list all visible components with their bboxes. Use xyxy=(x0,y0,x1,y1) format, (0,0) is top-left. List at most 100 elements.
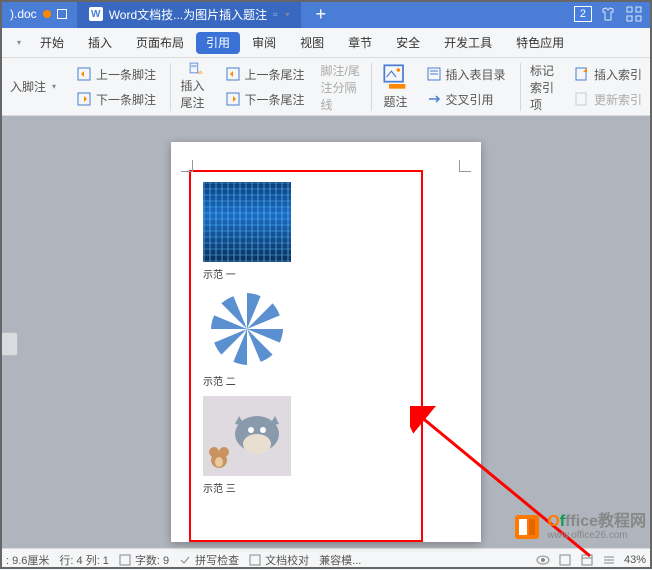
figure-1[interactable]: 示范 一 xyxy=(203,182,409,281)
button-label: 上一条脚注 xyxy=(96,66,156,83)
status-position[interactable]: : 9.6厘米 xyxy=(6,552,49,568)
button-label: 脚注/尾注分隔线 xyxy=(321,62,362,113)
endnote-next-icon xyxy=(225,91,241,107)
cat-icon xyxy=(227,404,287,459)
endnote-prev-icon xyxy=(225,66,241,82)
status-doccheck[interactable]: 文档校对 xyxy=(249,552,309,568)
separator-line-button[interactable]: 脚注/尾注分隔线 xyxy=(315,60,368,113)
wps-word-icon: W xyxy=(89,7,103,21)
button-label: 更新索引 xyxy=(594,91,642,108)
image-2[interactable] xyxy=(203,289,291,369)
status-bar: : 9.6厘米 行: 4 列: 1 字数: 9 拼写检查 文档校对 兼容模...… xyxy=(0,548,652,570)
caption-icon xyxy=(382,63,410,91)
document-page[interactable]: 示范 一 xyxy=(171,142,481,542)
menu-review[interactable]: 审阅 xyxy=(240,28,288,57)
mouse-icon xyxy=(207,440,231,470)
view-outline-icon[interactable] xyxy=(602,553,616,567)
proof-icon xyxy=(249,554,261,566)
margin-corner-icon xyxy=(181,160,193,172)
sunburst-icon xyxy=(203,289,291,369)
menu-view[interactable]: 视图 xyxy=(288,28,336,57)
footnote-prev-icon xyxy=(76,66,92,82)
menu-special[interactable]: 特色应用 xyxy=(504,28,576,57)
update-index-button[interactable]: 更新索引 xyxy=(570,89,646,110)
crossref-button[interactable]: 交叉引用 xyxy=(422,89,510,110)
office-logo-icon xyxy=(511,511,543,543)
tab-dropdown-icon: ▾ xyxy=(285,10,289,19)
endnote-icon: ab xyxy=(181,62,209,75)
mark-index-button[interactable]: 标记索引项 xyxy=(524,60,564,113)
menu-insert[interactable]: 插入 xyxy=(76,28,124,57)
titlebar-actions xyxy=(600,6,652,22)
zoom-level[interactable]: 43% xyxy=(624,554,646,566)
insert-footnote-button[interactable]: 入脚注▾ xyxy=(6,76,60,97)
doc-tab-active[interactable]: W Word文档技...为图片插入题注 ▫ ▾ xyxy=(77,0,302,28)
figure-toc-icon xyxy=(426,66,442,82)
menu-layout[interactable]: 页面布局 xyxy=(124,28,196,57)
margin-corner-icon xyxy=(459,160,471,172)
side-panel-toggle[interactable] xyxy=(0,332,18,356)
file-menu-dropdown[interactable]: ▾ xyxy=(8,33,28,53)
button-label: 插入表目录 xyxy=(446,66,506,83)
tab-status-icon xyxy=(57,9,67,19)
watermark-url: www.office26.com xyxy=(547,530,646,541)
new-tab-button[interactable]: + xyxy=(301,4,340,25)
grid-icon[interactable] xyxy=(626,6,642,22)
button-label: 上一条尾注 xyxy=(245,66,305,83)
watermark-logo: Offfice教程网 www.office26.com xyxy=(511,511,646,543)
figure-3[interactable]: 示范 三 xyxy=(203,396,409,495)
caption-button[interactable]: 题注 xyxy=(376,60,416,113)
doc-tab-inactive[interactable]: ).doc xyxy=(0,0,77,28)
button-label: 下一条脚注 xyxy=(96,91,156,108)
button-label: 入脚注 xyxy=(10,78,46,95)
caption-3: 示范 三 xyxy=(203,480,409,495)
tab-label: Word文档技...为图片插入题注 xyxy=(109,6,267,23)
unsaved-dot-icon xyxy=(43,10,51,18)
button-label: 交叉引用 xyxy=(446,91,494,108)
doc-icon xyxy=(119,554,131,566)
next-footnote-button[interactable]: 下一条脚注 xyxy=(72,89,160,110)
button-label: 标记索引项 xyxy=(530,62,558,113)
status-wordcount[interactable]: 字数: 9 xyxy=(119,552,169,568)
button-label: 下一条尾注 xyxy=(245,91,305,108)
figure-2[interactable]: 示范 二 xyxy=(203,289,409,388)
menu-bar: ▾ 开始 插入 页面布局 引用 审阅 视图 章节 安全 开发工具 特色应用 xyxy=(0,28,652,58)
selection-highlight: 示范 一 xyxy=(189,170,423,542)
view-eye-icon[interactable] xyxy=(536,553,550,567)
menu-reference[interactable]: 引用 xyxy=(196,32,240,54)
menu-security[interactable]: 安全 xyxy=(384,28,432,57)
ribbon: 入脚注▾ 上一条脚注 下一条脚注 ab 插入尾注 上一条尾注 下一条尾注 脚注/… xyxy=(0,58,652,116)
insert-index-button[interactable]: 插入索引 xyxy=(570,64,646,85)
check-icon xyxy=(179,554,191,566)
title-bar: ).doc W Word文档技...为图片插入题注 ▫ ▾ + 2 xyxy=(0,0,652,28)
menu-devtools[interactable]: 开发工具 xyxy=(432,28,504,57)
view-web-icon[interactable] xyxy=(580,553,594,567)
next-endnote-button[interactable]: 下一条尾注 xyxy=(221,89,309,110)
status-rowcol[interactable]: 行: 4 列: 1 xyxy=(59,552,109,568)
status-spellcheck[interactable]: 拼写检查 xyxy=(179,552,239,568)
tab-count-badge[interactable]: 2 xyxy=(574,6,592,22)
image-3[interactable] xyxy=(203,396,291,476)
prev-endnote-button[interactable]: 上一条尾注 xyxy=(221,64,309,85)
button-label: 题注 xyxy=(384,93,408,110)
footnote-next-icon xyxy=(76,91,92,107)
insert-index-icon xyxy=(574,66,590,82)
caption-2: 示范 二 xyxy=(203,373,409,388)
update-index-icon xyxy=(574,91,590,107)
skin-icon[interactable] xyxy=(600,6,616,22)
menu-chapter[interactable]: 章节 xyxy=(336,28,384,57)
tab-status-icon: ▫ xyxy=(273,7,277,21)
view-print-icon[interactable] xyxy=(558,553,572,567)
document-workspace[interactable]: 示范 一 xyxy=(0,116,652,548)
insert-endnote-button[interactable]: ab 插入尾注 xyxy=(175,60,215,113)
watermark-title: Offfice教程网 xyxy=(547,513,646,531)
button-label: 插入尾注 xyxy=(181,77,209,111)
menu-start[interactable]: 开始 xyxy=(28,28,76,57)
status-compat[interactable]: 兼容模... xyxy=(319,552,361,568)
crossref-icon xyxy=(426,91,442,107)
prev-footnote-button[interactable]: 上一条脚注 xyxy=(72,64,160,85)
insert-figure-toc-button[interactable]: 插入表目录 xyxy=(422,64,510,85)
svg-text:ab: ab xyxy=(197,70,202,75)
image-1[interactable] xyxy=(203,182,291,262)
button-label: 插入索引 xyxy=(594,66,642,83)
